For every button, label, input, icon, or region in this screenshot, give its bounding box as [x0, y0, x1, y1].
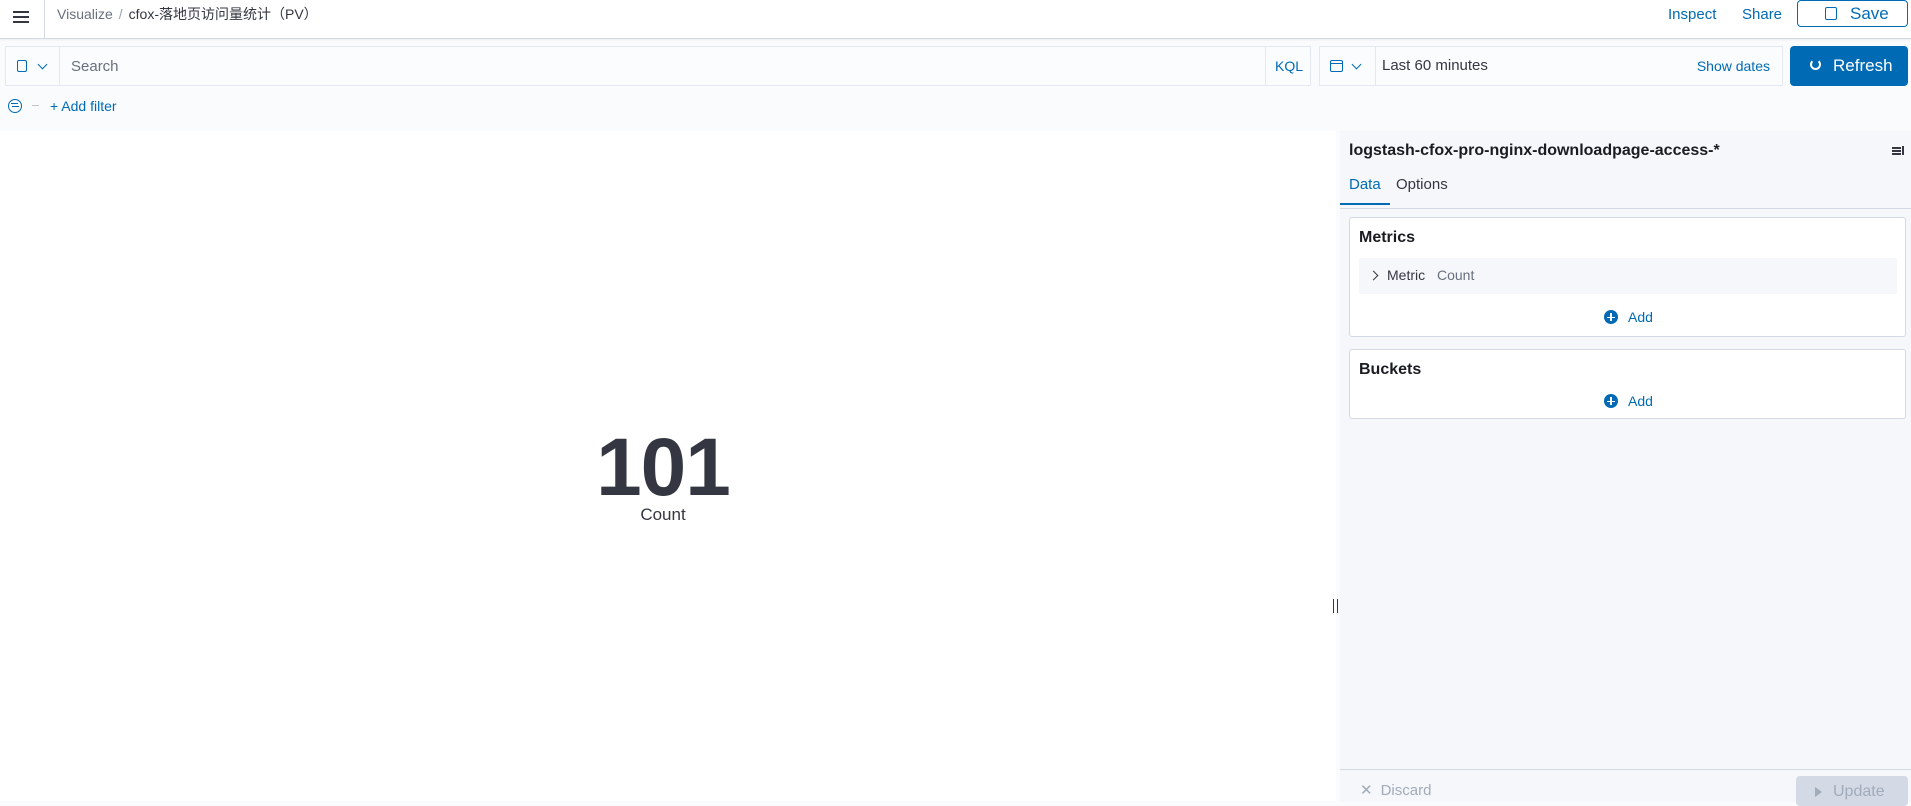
metrics-add-button[interactable]: Add — [1604, 308, 1724, 328]
metrics-title: Metrics — [1359, 229, 1416, 246]
refresh-label: Refresh — [1833, 56, 1893, 75]
header-divider — [44, 0, 45, 38]
refresh-button[interactable]: Refresh — [1790, 46, 1908, 86]
refresh-icon — [1810, 59, 1821, 70]
metric-agg-type: Metric — [1387, 267, 1426, 283]
metric-agg-row[interactable]: Metric Count — [1359, 258, 1897, 294]
filter-divider — [32, 105, 39, 106]
discard-button[interactable]: ✕ Discard — [1360, 781, 1431, 799]
resize-handle[interactable] — [1333, 599, 1338, 613]
search-input[interactable] — [66, 51, 1276, 81]
plus-circle-icon — [1604, 394, 1618, 408]
metrics-panel: Metrics Metric Count Add — [1349, 217, 1906, 337]
sidebar-footer: ✕ Discard Update — [1340, 769, 1911, 806]
kql-toggle[interactable]: KQL — [1265, 47, 1312, 85]
index-pattern-title: logstash-cfox-pro-nginx-downloadpage-acc… — [1349, 142, 1720, 159]
saved-query-button[interactable] — [6, 47, 60, 85]
query-bar: KQL — [5, 46, 1311, 86]
calendar-icon — [1330, 60, 1343, 72]
filter-icon[interactable] — [8, 99, 22, 113]
metric-agg-name: Count — [1437, 267, 1475, 283]
collapse-sidebar-icon[interactable] — [1892, 145, 1906, 159]
metric-label: Count — [640, 505, 686, 524]
buckets-add-button[interactable]: Add — [1604, 392, 1724, 412]
menu-icon[interactable] — [10, 6, 32, 28]
update-label: Update — [1833, 783, 1885, 800]
chevron-down-icon — [1351, 59, 1362, 70]
top-header: Visualize / cfox-落地页访问量统计（PV） Inspect Shar… — [0, 0, 1911, 39]
tab-options[interactable]: Options — [1387, 176, 1457, 203]
discard-label: Discard — [1380, 782, 1432, 799]
quick-select-button[interactable] — [1320, 47, 1376, 85]
share-link[interactable]: Share — [1742, 6, 1782, 23]
save-button[interactable]: Save — [1797, 0, 1908, 27]
update-button[interactable]: Update — [1796, 776, 1908, 806]
sidebar-tabs: Data Options — [1340, 168, 1911, 209]
play-icon — [1815, 787, 1822, 797]
metrics-add-label: Add — [1628, 309, 1653, 325]
visualization-area: 101 Count — [0, 131, 1338, 801]
breadcrumb-visualize[interactable]: Visualize — [57, 6, 113, 22]
breadcrumb: Visualize / cfox-落地页访问量统计（PV） — [57, 6, 318, 22]
query-save-icon — [17, 60, 27, 72]
chevron-down-icon — [37, 59, 48, 70]
close-icon: ✕ — [1360, 782, 1373, 799]
metric-value: 101 — [596, 422, 731, 513]
time-range-label[interactable]: Last 60 minutes — [1382, 47, 1488, 85]
save-label: Save — [1850, 4, 1889, 23]
inspect-link[interactable]: Inspect — [1668, 6, 1716, 23]
add-filter-link[interactable]: + Add filter — [50, 98, 117, 114]
tab-data[interactable]: Data — [1340, 176, 1390, 205]
save-icon — [1825, 7, 1837, 20]
time-picker: Last 60 minutes Show dates — [1319, 46, 1783, 86]
breadcrumb-current: cfox-落地页访问量统计（PV） — [128, 6, 318, 22]
buckets-title: Buckets — [1359, 361, 1422, 378]
editor-sidebar: logstash-cfox-pro-nginx-downloadpage-acc… — [1340, 131, 1911, 806]
show-dates-link[interactable]: Show dates — [1697, 47, 1770, 85]
plus-circle-icon — [1604, 310, 1618, 324]
chevron-right-icon — [1368, 270, 1379, 281]
buckets-panel: Buckets Add — [1349, 349, 1906, 419]
breadcrumb-separator: / — [118, 6, 123, 22]
buckets-add-label: Add — [1628, 393, 1653, 409]
